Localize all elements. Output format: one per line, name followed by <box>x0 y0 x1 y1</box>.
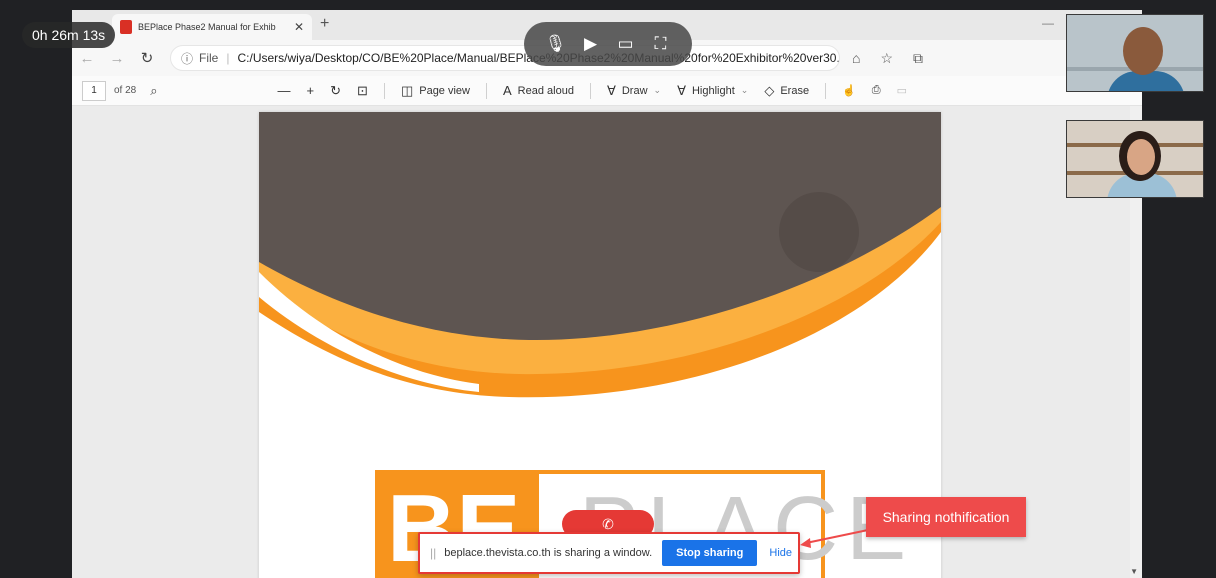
annotation-callout: Sharing nothification <box>866 497 1026 537</box>
screen: BEPlace Phase2 Manual for Exhib ✕ + — ← … <box>0 0 1216 578</box>
callout-arrow <box>800 529 869 548</box>
